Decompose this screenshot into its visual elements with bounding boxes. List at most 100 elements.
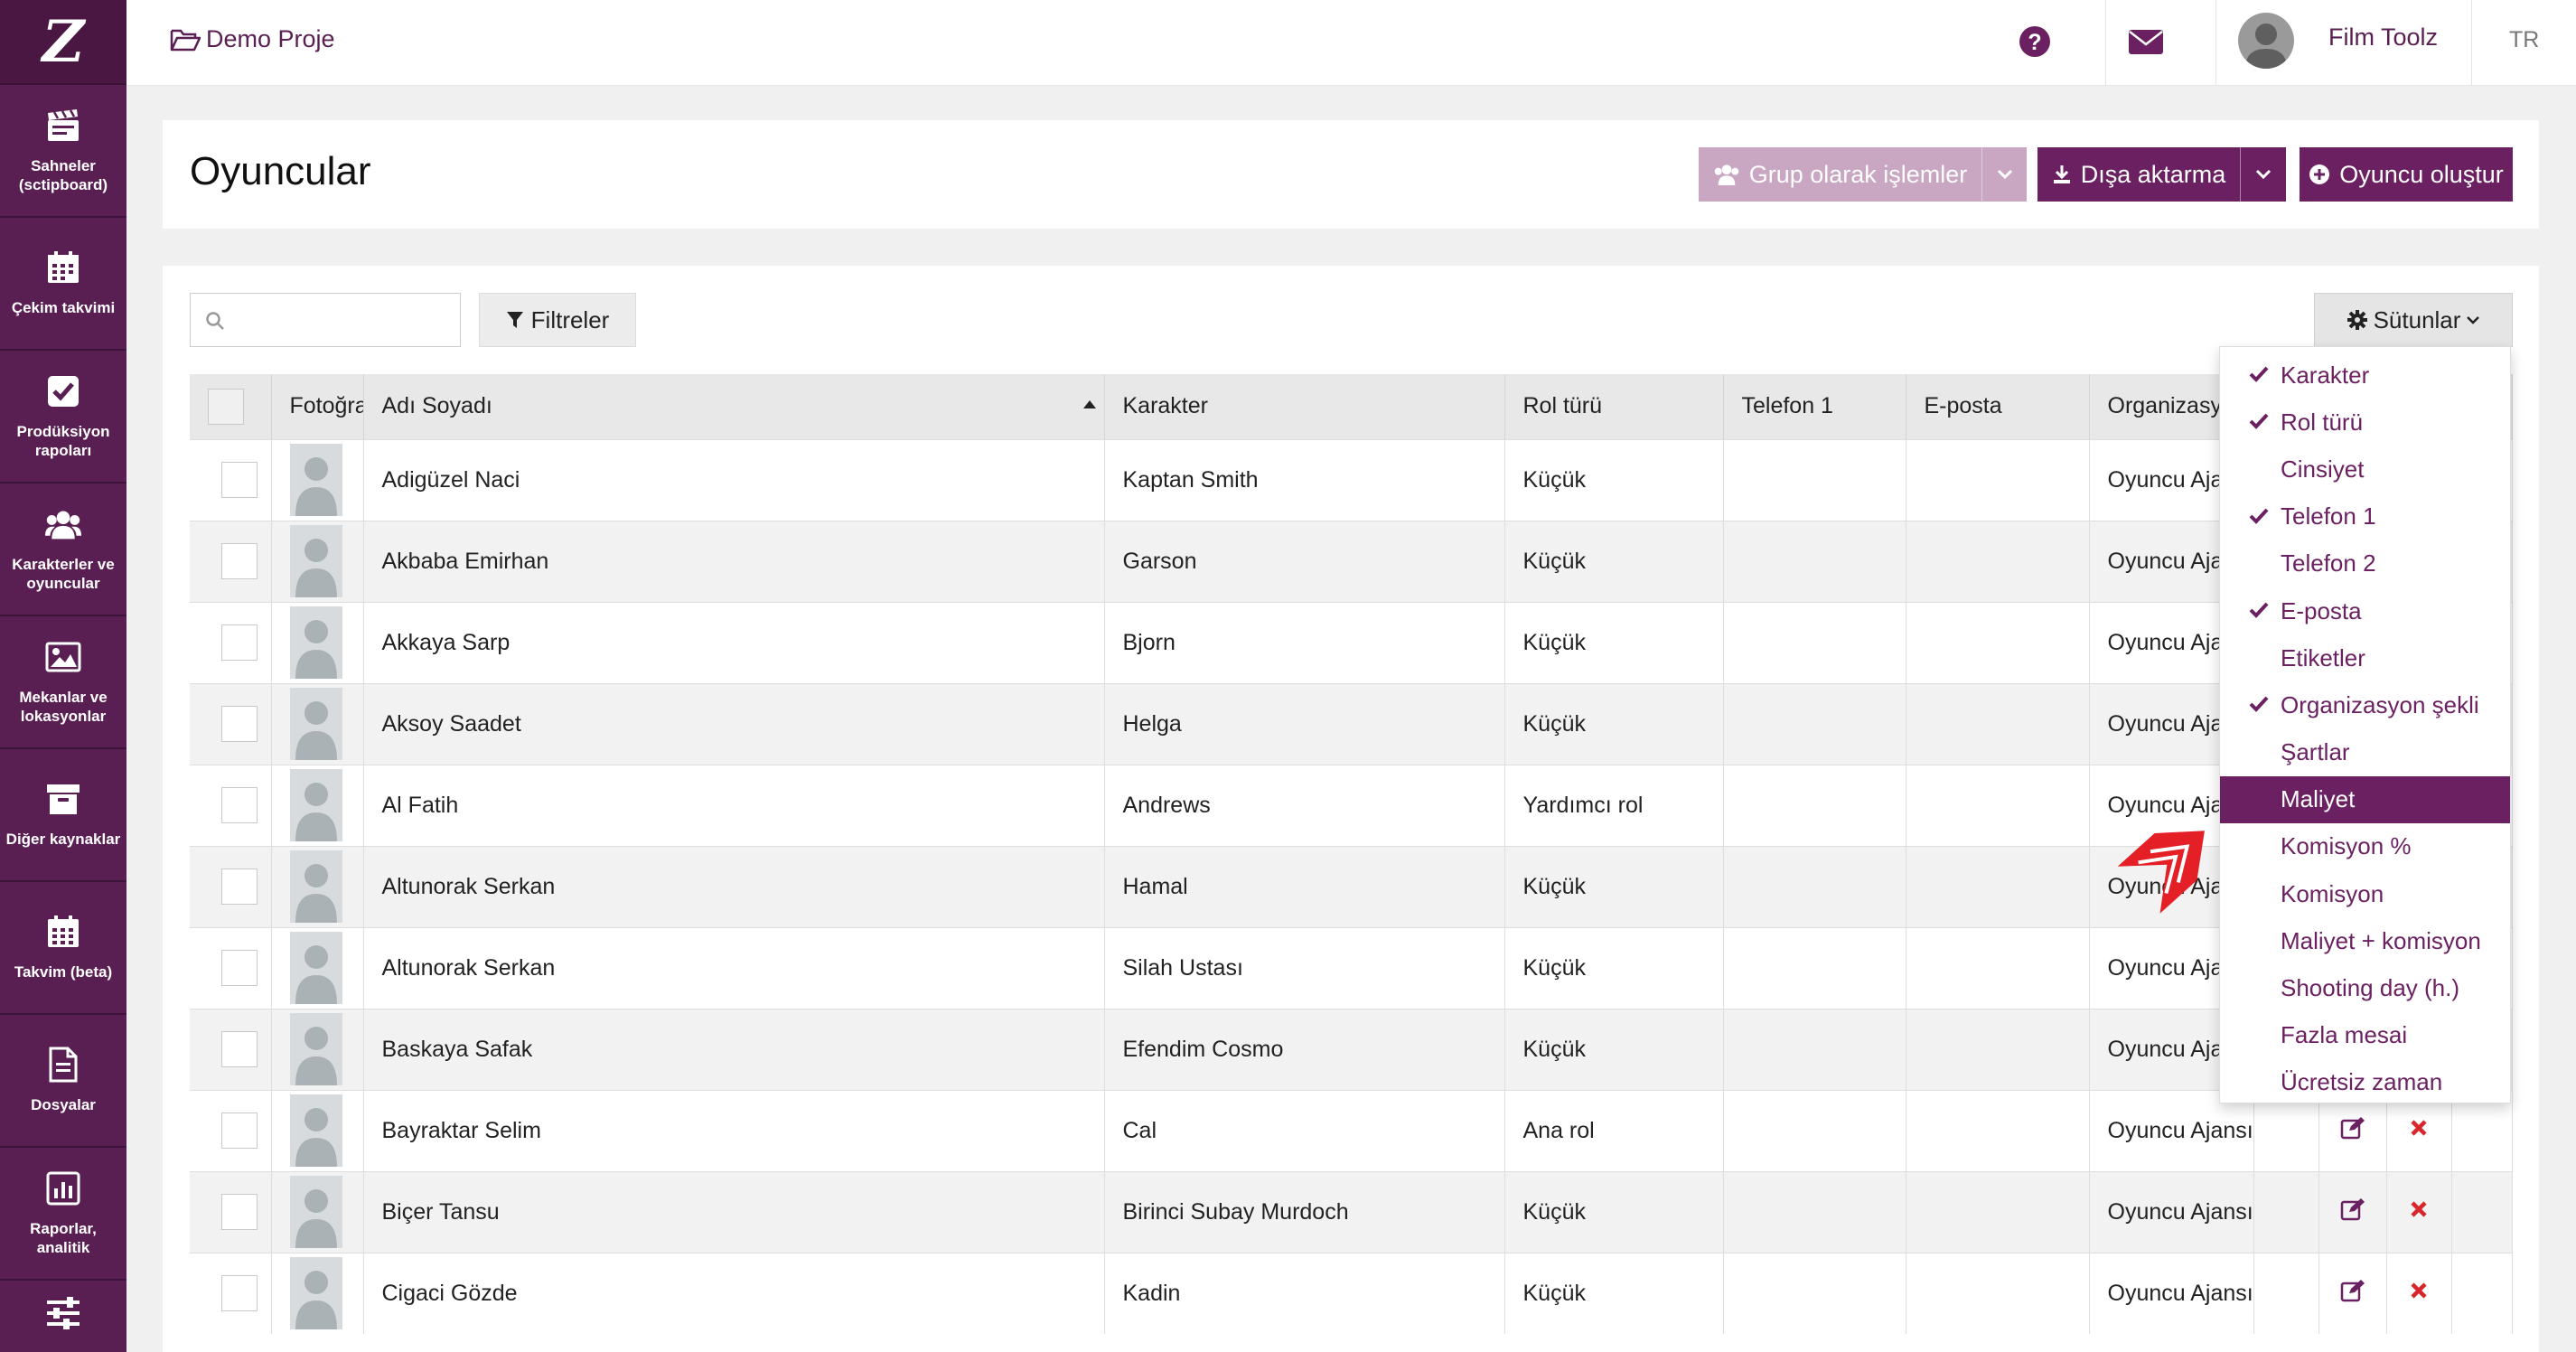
table-row[interactable]: Akkaya Sarp Bjorn Küçük Oyuncu Ajansı: [190, 601, 2513, 683]
row-name[interactable]: Adigüzel Naci: [363, 438, 1105, 521]
row-checkbox[interactable]: [220, 462, 258, 498]
group-actions-caret[interactable]: [1981, 147, 2027, 202]
table-row[interactable]: Adigüzel Naci Kaptan Smith Küçük Oyuncu Aja…: [190, 438, 2513, 521]
sidebar-item-files[interactable]: Dosyalar: [0, 1015, 126, 1148]
search-input[interactable]: [190, 293, 461, 347]
row-character: Hamal: [1104, 845, 1505, 927]
row-checkbox[interactable]: [220, 950, 258, 986]
column-header-email[interactable]: E-posta: [1906, 374, 2090, 439]
column-option[interactable]: Fazla mesai: [2220, 1012, 2510, 1059]
group-actions-button[interactable]: Grup olarak işlemler: [1699, 147, 1981, 202]
table-row[interactable]: Akbaba Emirhan Garson Küçük Oyuncu Ajansı: [190, 520, 2513, 602]
sidebar-item-other-resources[interactable]: Diğer kaynaklar: [0, 749, 126, 882]
sidebar-item-calendar-beta[interactable]: Takvim (beta): [0, 882, 126, 1015]
sidebar-item-scenes[interactable]: Sahneler (sctipboard): [0, 85, 126, 218]
column-option[interactable]: Rol türü: [2220, 399, 2510, 446]
filters-button[interactable]: Filtreler: [479, 293, 636, 347]
column-option[interactable]: Maliyet: [2220, 775, 2510, 823]
column-header-phone-1[interactable]: Telefon 1: [1723, 374, 1906, 439]
row-name[interactable]: Al Fatih: [363, 764, 1105, 846]
row-role-type: Küçük: [1504, 1170, 1724, 1253]
person-placeholder-icon: [289, 932, 342, 1004]
avatar[interactable]: [2238, 13, 2294, 69]
row-checkbox[interactable]: [220, 624, 258, 661]
column-option[interactable]: Etiketler: [2220, 634, 2510, 681]
mail-icon[interactable]: [2128, 27, 2164, 61]
column-option[interactable]: Telefon 2: [2220, 540, 2510, 587]
row-checkbox[interactable]: [220, 706, 258, 742]
row-name[interactable]: Altunorak Serkan: [363, 926, 1105, 1009]
sidebar-item-label: Diğer kaynaklar: [5, 831, 121, 848]
table-row[interactable]: Biçer Tansu Birinci Subay Murdoch Küçük Oyu…: [190, 1170, 2513, 1253]
column-option[interactable]: Shooting day (h.): [2220, 964, 2510, 1011]
column-option[interactable]: Şartlar: [2220, 729, 2510, 776]
breadcrumb[interactable]: Demo Proje: [170, 25, 335, 53]
column-option[interactable]: Cinsiyet: [2220, 446, 2510, 493]
column-header-role-type[interactable]: Rol türü: [1504, 374, 1724, 439]
row-checkbox[interactable]: [220, 1194, 258, 1230]
archive-icon: [45, 781, 81, 817]
row-phone-1: [1723, 764, 1906, 846]
table-row[interactable]: Baskaya Safak Efendim Cosmo Küçük Oyuncu Aj…: [190, 1008, 2513, 1090]
row-checkbox[interactable]: [220, 1113, 258, 1149]
row-name[interactable]: Cigaci Gözde: [363, 1252, 1105, 1334]
select-all-checkbox[interactable]: [208, 388, 244, 425]
columns-button[interactable]: Sütunlar: [2314, 293, 2513, 347]
row-checkbox[interactable]: [220, 868, 258, 905]
sidebar-item-label: Prodüksiyon rapoları: [16, 422, 110, 459]
row-name[interactable]: Akbaba Emirhan: [363, 520, 1105, 602]
app-logo[interactable]: Z: [0, 0, 126, 85]
column-option[interactable]: Telefon 1: [2220, 493, 2510, 540]
column-option[interactable]: Komisyon %: [2220, 823, 2510, 870]
table-row[interactable]: Bayraktar Selim Cal Ana rol Oyuncu Ajansı: [190, 1089, 2513, 1171]
export-button[interactable]: Dışa aktarma: [2037, 147, 2240, 202]
chevron-down-icon: [2467, 316, 2480, 324]
row-email: [1906, 1252, 2090, 1334]
help-icon[interactable]: ?: [2018, 24, 2052, 63]
row-checkbox[interactable]: [220, 543, 258, 579]
row-checkbox[interactable]: [220, 1275, 258, 1312]
export-caret[interactable]: [2240, 147, 2286, 202]
columns-dropdown-menu: Karakter Rol türü Cinsiyet Telefon 1 Telefon…: [2219, 346, 2511, 1103]
export-label: Dışa aktarma: [2080, 160, 2226, 188]
sidebar-item-characters-actors[interactable]: Karakterler ve oyuncular: [0, 484, 126, 616]
column-option[interactable]: Ücretsiz zaman: [2220, 1059, 2510, 1106]
column-option-label: Maliyet + komisyon: [2281, 926, 2481, 954]
project-name[interactable]: Demo Proje: [206, 25, 335, 53]
row-character: Birinci Subay Murdoch: [1104, 1170, 1505, 1253]
column-header-photo[interactable]: Fotoğraf: [271, 374, 364, 439]
column-option[interactable]: Maliyet + komisyon: [2220, 917, 2510, 964]
edit-icon[interactable]: [2318, 1170, 2387, 1253]
sidebar-item-production-reports[interactable]: Prodüksiyon rapoları: [0, 351, 126, 484]
edit-icon[interactable]: [2318, 1252, 2387, 1334]
row-name[interactable]: Altunorak Serkan: [363, 845, 1105, 927]
sidebar-item-shooting-schedule[interactable]: Çekim takvimi: [0, 218, 126, 351]
row-checkbox[interactable]: [220, 1031, 258, 1067]
sidebar-item-settings[interactable]: [0, 1281, 126, 1346]
row-name[interactable]: Akkaya Sarp: [363, 601, 1105, 683]
row-checkbox[interactable]: [220, 787, 258, 823]
row-name[interactable]: Biçer Tansu: [363, 1170, 1105, 1253]
user-name[interactable]: Film Toolz: [2328, 23, 2438, 52]
column-option-label: Organizasyon şekli: [2281, 690, 2479, 718]
delete-icon[interactable]: [2386, 1252, 2452, 1334]
row-name[interactable]: Bayraktar Selim: [363, 1089, 1105, 1171]
column-option[interactable]: Organizasyon şekli: [2220, 681, 2510, 728]
row-name[interactable]: Aksoy Saadet: [363, 682, 1105, 765]
table-row[interactable]: Cigaci Gözde Kadin Küçük Oyuncu Ajansı: [190, 1252, 2513, 1334]
table-row[interactable]: Altunorak Serkan Silah Ustası Küçük Oyuncu …: [190, 926, 2513, 1009]
row-email: [1906, 601, 2090, 683]
column-option[interactable]: Komisyon: [2220, 870, 2510, 917]
sidebar-item-locations[interactable]: Mekanlar ve lokasyonlar: [0, 616, 126, 749]
delete-icon[interactable]: [2386, 1170, 2452, 1253]
row-name[interactable]: Baskaya Safak: [363, 1008, 1105, 1090]
column-option[interactable]: Karakter: [2220, 352, 2510, 399]
select-all-cell: [190, 374, 272, 439]
sidebar-item-reports-analytics[interactable]: Raporlar, analitik: [0, 1148, 126, 1281]
column-header-character[interactable]: Karakter: [1104, 374, 1505, 439]
column-header-name[interactable]: Adı Soyadı: [363, 374, 1105, 439]
column-option[interactable]: E-posta: [2220, 587, 2510, 634]
table-row[interactable]: Aksoy Saadet Helga Küçük Oyuncu Ajansı: [190, 682, 2513, 765]
language-switch[interactable]: TR: [2509, 27, 2539, 53]
create-actor-button[interactable]: Oyuncu oluştur: [2300, 147, 2513, 202]
